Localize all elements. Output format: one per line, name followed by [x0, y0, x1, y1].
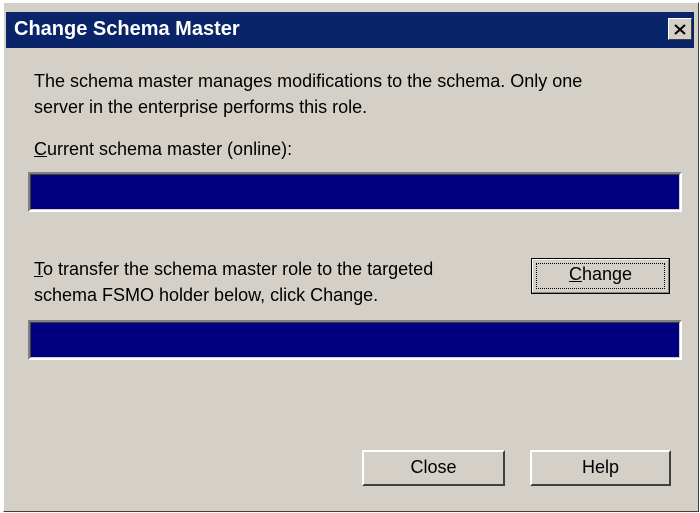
- transfer-line-1-text: o transfer the schema master role to the…: [43, 259, 434, 279]
- current-schema-master-value: [30, 174, 680, 210]
- change-label-text: hange: [581, 264, 633, 284]
- help-button-label: Help: [581, 457, 620, 477]
- description-line-1: The schema master manages modifications …: [34, 71, 583, 91]
- transfer-mnemonic: T: [34, 259, 43, 279]
- current-label-text: urrent schema master (online):: [47, 139, 293, 159]
- target-fsmo-holder-value: [30, 322, 680, 358]
- transfer-instruction-line-2: schema FSMO holder below, click Change.: [34, 285, 379, 305]
- title-bar: Change Schema Master: [6, 12, 694, 48]
- help-button[interactable]: Help: [530, 450, 671, 486]
- target-fsmo-holder-field[interactable]: [28, 320, 682, 360]
- change-mnemonic: C: [568, 264, 582, 284]
- close-button[interactable]: Close: [362, 450, 505, 486]
- close-window-button[interactable]: [668, 18, 692, 40]
- close-button-label: Close: [410, 457, 457, 477]
- description-line-2: server in the enterprise performs this r…: [34, 97, 368, 117]
- close-icon: [674, 23, 686, 35]
- current-schema-master-label: Current schema master (online):: [34, 136, 292, 162]
- dialog-title: Change Schema Master: [14, 18, 240, 40]
- transfer-instruction-line-1: To transfer the schema master role to th…: [34, 256, 433, 282]
- change-button[interactable]: Change: [531, 258, 670, 294]
- change-button-label: Change: [569, 264, 632, 284]
- current-label-mnemonic: C: [34, 139, 47, 159]
- current-schema-master-field[interactable]: [28, 172, 682, 212]
